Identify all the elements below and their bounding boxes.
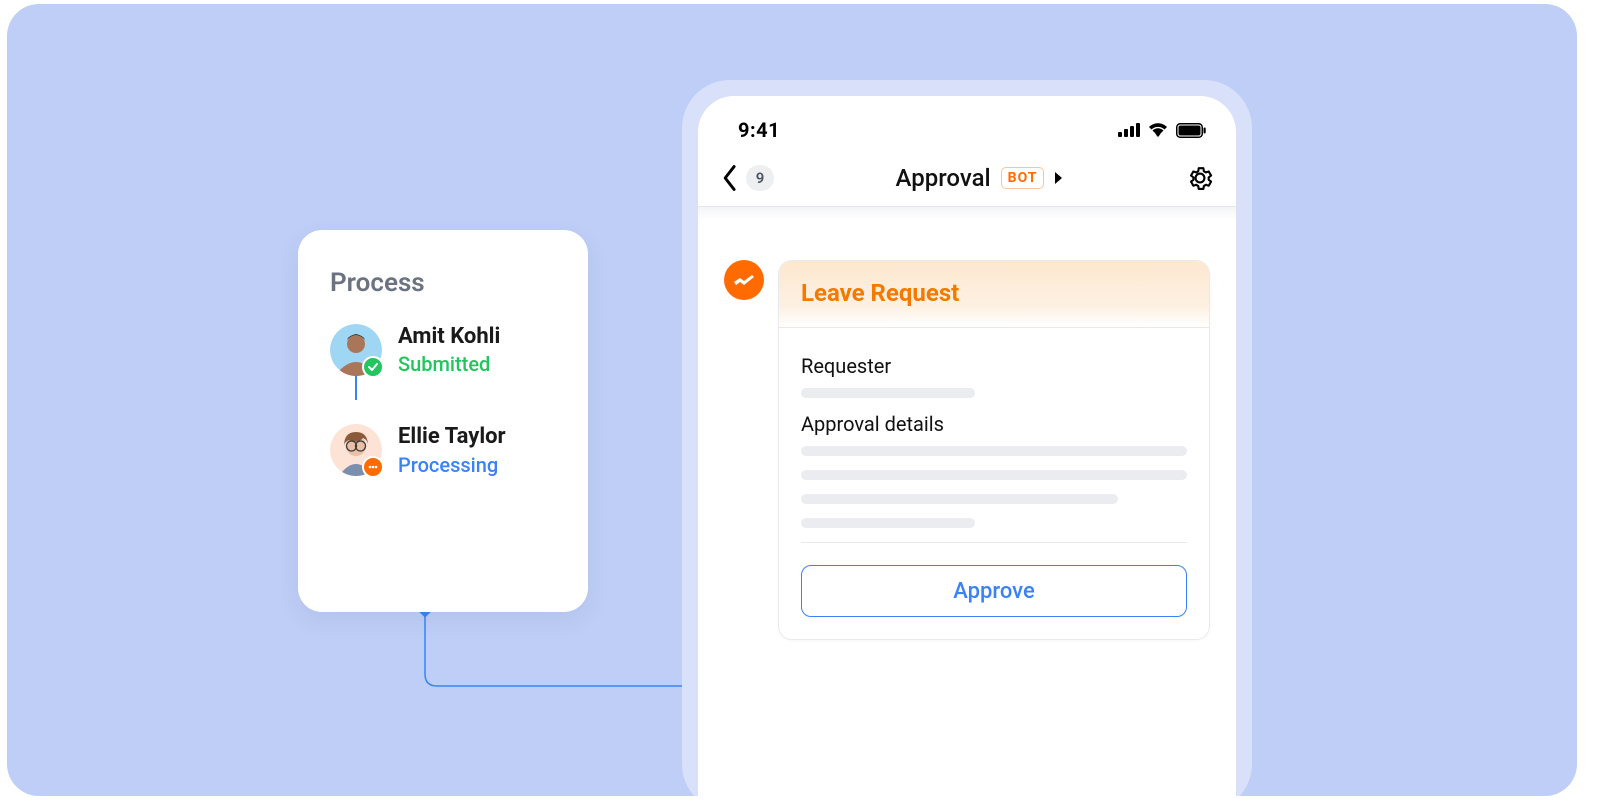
approve-button[interactable]: Approve — [801, 565, 1187, 617]
ellipsis-icon — [362, 456, 384, 478]
skeleton-line — [801, 446, 1187, 456]
leave-request-card: Leave Request Requester Approval details… — [778, 260, 1210, 640]
wifi-icon — [1148, 123, 1168, 138]
check-icon — [362, 356, 384, 378]
phone-frame: 9:41 — [682, 80, 1252, 796]
process-item: Ellie Taylor Processing — [330, 424, 556, 478]
process-card: Process Amit Kohli Submitted — [298, 230, 588, 612]
person-name: Amit Kohli — [398, 324, 500, 350]
skeleton-line — [801, 494, 1118, 504]
avatar — [330, 324, 382, 376]
skeleton-line — [801, 470, 1187, 480]
person-name: Ellie Taylor — [398, 424, 506, 450]
status-text: Processing — [398, 451, 506, 479]
message-row: Leave Request Requester Approval details… — [698, 220, 1236, 640]
skeleton-line — [801, 388, 975, 398]
nav-title-group[interactable]: Approval BOT — [896, 164, 1065, 192]
canvas: Process Amit Kohli Submitted — [7, 4, 1577, 796]
process-title: Process — [330, 268, 556, 298]
process-item: Amit Kohli Submitted — [330, 324, 556, 378]
bot-badge: BOT — [1001, 167, 1045, 189]
card-divider — [801, 542, 1187, 543]
nav-bar: 9 Approval BOT — [698, 148, 1236, 206]
avatar — [330, 424, 382, 476]
status-text: Submitted — [398, 350, 500, 378]
card-header: Leave Request — [779, 261, 1209, 328]
chevron-left-icon[interactable] — [720, 164, 738, 192]
caret-right-icon — [1054, 171, 1064, 185]
skeleton-line — [801, 518, 975, 528]
status-icons — [1118, 123, 1206, 138]
gear-icon[interactable] — [1186, 164, 1214, 192]
status-bar: 9:41 — [698, 118, 1236, 148]
phone-screen: 9:41 — [698, 96, 1236, 796]
nav-title: Approval — [896, 164, 991, 192]
card-title: Leave Request — [801, 279, 1187, 307]
cellular-icon — [1118, 123, 1140, 137]
requester-label: Requester — [801, 354, 1187, 378]
nav-divider — [698, 206, 1236, 220]
back-count-pill[interactable]: 9 — [746, 165, 774, 191]
approval-details-label: Approval details — [801, 412, 1187, 436]
battery-icon — [1176, 123, 1206, 138]
card-body: Requester Approval details — [779, 328, 1209, 547]
status-time: 9:41 — [738, 118, 780, 142]
bot-avatar-icon — [724, 260, 764, 300]
